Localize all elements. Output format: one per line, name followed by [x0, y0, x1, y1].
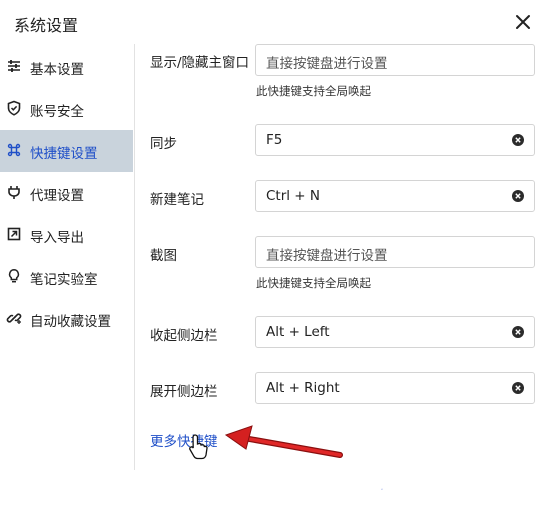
- shortcut-label-expand-sidebar: 展开侧边栏: [150, 384, 218, 400]
- sidebar-item-import-export[interactable]: 导入导出: [0, 214, 133, 256]
- command-icon: [7, 143, 21, 157]
- plug-icon: [8, 186, 20, 199]
- shortcut-input-toggle-main-window[interactable]: 直接按键盘进行设置: [255, 44, 535, 76]
- sidebar-item-label: 账号安全: [30, 104, 84, 120]
- shortcut-value: F5: [266, 132, 283, 148]
- sidebar-item-label: 基本设置: [30, 62, 84, 78]
- sidebar-item-notes-lab[interactable]: 笔记实验室: [0, 256, 133, 298]
- shortcut-label-sync: 同步: [150, 136, 177, 152]
- sidebar-item-auto-bookmark[interactable]: 自动收藏设置: [0, 298, 133, 340]
- shortcut-input-new-note[interactable]: Ctrl + N: [255, 180, 535, 212]
- title-bar: 系统设置: [0, 0, 550, 44]
- sidebar-item-proxy[interactable]: 代理设置: [0, 172, 133, 214]
- shortcut-label-new-note: 新建笔记: [150, 192, 204, 208]
- clear-icon[interactable]: [512, 134, 524, 146]
- shortcut-input-collapse-sidebar[interactable]: Alt + Left: [255, 316, 535, 348]
- shortcut-placeholder: 直接按键盘进行设置: [266, 56, 388, 72]
- lightbulb-icon: [8, 269, 20, 283]
- shortcut-input-expand-sidebar[interactable]: Alt + Right: [255, 372, 535, 404]
- sliders-icon: [8, 60, 20, 72]
- sidebar-item-shortcuts[interactable]: 快捷键设置: [0, 130, 133, 172]
- window-title: 系统设置: [14, 16, 79, 35]
- global-hint: 此快捷键支持全局唤起: [256, 84, 371, 98]
- import-export-icon: [7, 227, 21, 241]
- sidebar-item-label: 导入导出: [30, 230, 84, 246]
- shortcut-value: Alt + Right: [266, 380, 340, 396]
- shortcut-value: Alt + Left: [266, 324, 330, 340]
- shortcut-input-screenshot[interactable]: 直接按键盘进行设置: [255, 236, 535, 268]
- sidebar-item-label: 代理设置: [30, 188, 84, 204]
- red-arrow-icon: [224, 425, 343, 458]
- watermark: ·: [380, 483, 384, 496]
- shortcut-value: Ctrl + N: [266, 188, 321, 204]
- close-icon[interactable]: [514, 13, 532, 31]
- global-hint: 此快捷键支持全局唤起: [256, 276, 371, 290]
- sidebar-item-basic[interactable]: 基本设置: [0, 46, 133, 88]
- more-shortcuts-link[interactable]: 更多快捷键: [150, 430, 218, 450]
- shortcut-label-screenshot: 截图: [150, 248, 177, 264]
- shortcut-placeholder: 直接按键盘进行设置: [266, 248, 388, 264]
- sidebar: 基本设置 账号安全 快捷键设置 代理设置 导入导出 笔记实验室 自动收藏设置: [0, 44, 135, 470]
- sidebar-item-label: 快捷键设置: [30, 146, 98, 162]
- clear-icon[interactable]: [512, 326, 524, 338]
- sidebar-item-label: 笔记实验室: [30, 272, 98, 288]
- sidebar-item-account-security[interactable]: 账号安全: [0, 88, 133, 130]
- clear-icon[interactable]: [512, 382, 524, 394]
- shield-icon: [7, 100, 21, 116]
- shortcut-input-sync[interactable]: F5: [255, 124, 535, 156]
- sidebar-item-label: 自动收藏设置: [30, 314, 111, 330]
- shortcut-label-collapse-sidebar: 收起侧边栏: [150, 328, 218, 344]
- bookmark-link-icon: [6, 313, 22, 324]
- shortcut-label-toggle-main-window: 显示/隐藏主窗口: [150, 55, 250, 71]
- clear-icon[interactable]: [512, 190, 524, 202]
